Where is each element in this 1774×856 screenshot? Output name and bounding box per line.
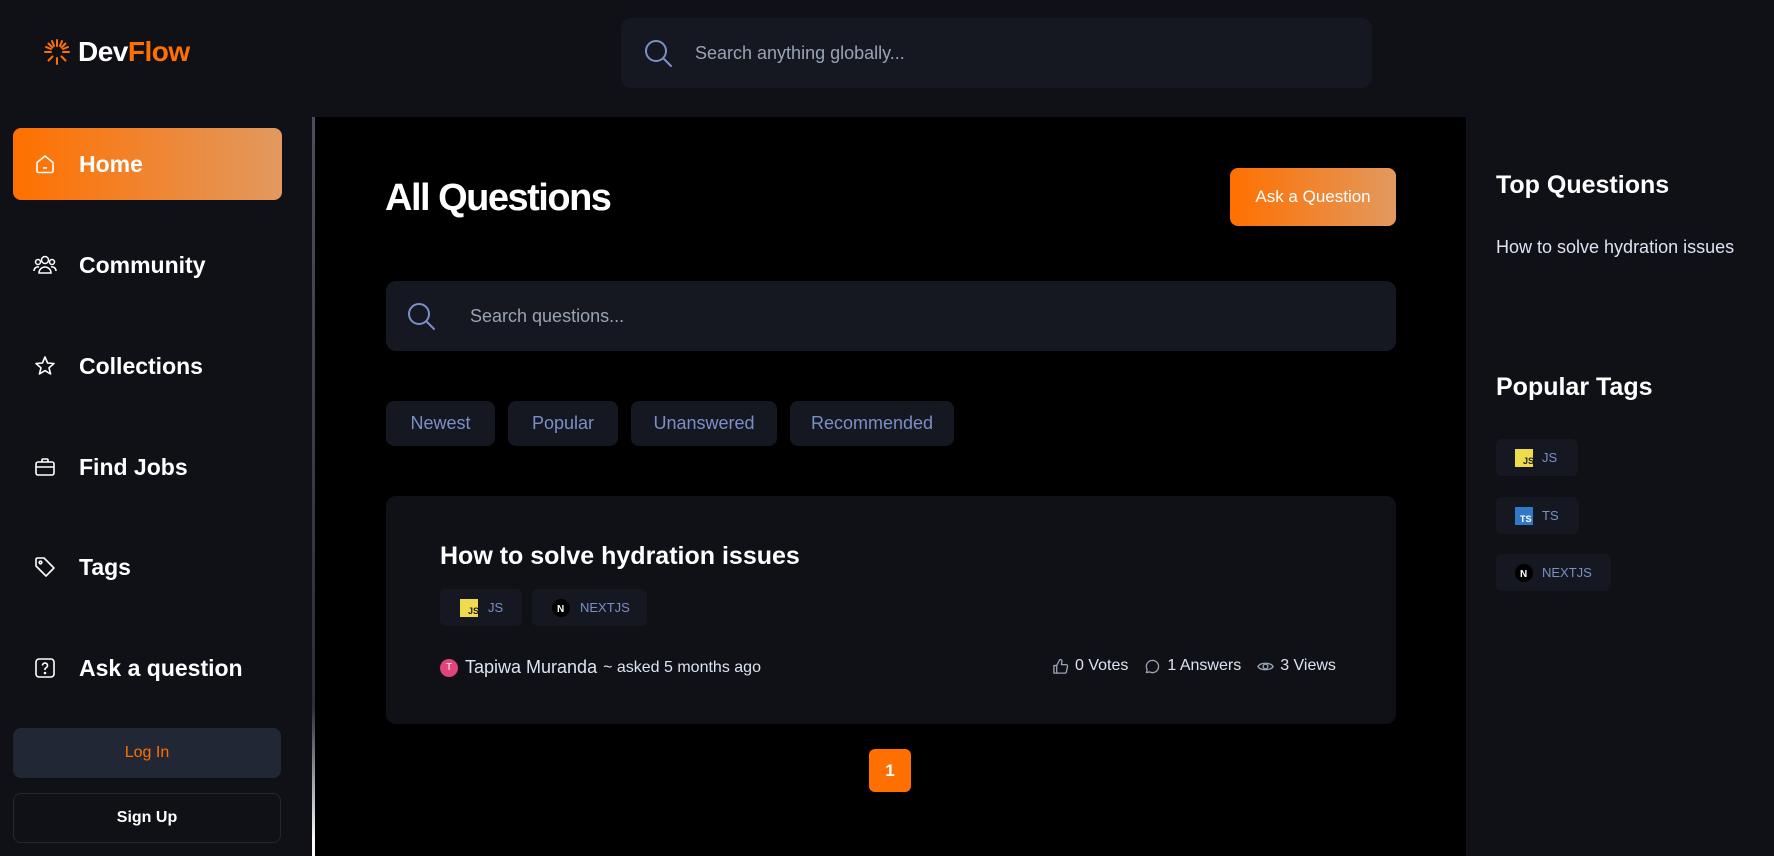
views-metric: 3 Views xyxy=(1257,657,1336,675)
svg-text:TS: TS xyxy=(1520,514,1532,524)
question-tag-js[interactable]: JS JS xyxy=(440,589,522,626)
sidebar-item-tags[interactable]: Tags xyxy=(13,531,282,603)
sidebar-item-label: Tags xyxy=(79,553,131,580)
eye-icon xyxy=(1257,662,1275,670)
tag-label: TS xyxy=(1542,508,1559,523)
svg-text:JS: JS xyxy=(1523,456,1533,466)
tag-label: JS xyxy=(488,600,504,615)
sidebar-item-ask-question[interactable]: Ask a question xyxy=(13,632,282,704)
nextjs-icon: N xyxy=(552,598,570,617)
author-name[interactable]: Tapiwa Muranda xyxy=(465,657,597,678)
nextjs-icon: N xyxy=(1515,563,1533,582)
question-card: How to solve hydration issues JS JS N NE… xyxy=(386,496,1396,724)
sidebar-item-home[interactable]: Home xyxy=(13,128,282,200)
popular-tags-title: Popular Tags xyxy=(1496,373,1653,401)
logo-text-dev: Dev xyxy=(78,36,128,67)
svg-text:N: N xyxy=(1520,569,1527,580)
typescript-icon: TS xyxy=(1515,506,1533,525)
tag-label: NEXTJS xyxy=(1542,565,1592,580)
asked-time: ~ asked 5 months ago xyxy=(603,658,761,676)
search-icon xyxy=(645,40,672,67)
users-icon xyxy=(31,251,59,279)
ask-question-button[interactable]: Ask a Question xyxy=(1230,168,1396,226)
right-sidebar: Top Questions How to solve hydration iss… xyxy=(1466,117,1774,856)
top-bar: DevFlow xyxy=(0,0,1774,117)
votes-metric: 0 Votes xyxy=(1052,657,1128,675)
tag-label: NEXTJS xyxy=(580,600,630,615)
question-tag-nextjs[interactable]: N NEXTJS xyxy=(532,589,647,626)
question-metrics: 0 Votes 1 Answers 3 Views xyxy=(1052,657,1336,675)
sidebar-item-find-jobs[interactable]: Find Jobs xyxy=(13,431,282,503)
filter-popular[interactable]: Popular xyxy=(508,401,618,446)
star-icon xyxy=(31,352,59,380)
devflow-logo-icon xyxy=(44,39,70,65)
sidebar-item-label: Ask a question xyxy=(79,654,243,681)
pagination-page-button[interactable]: 1 xyxy=(869,749,911,792)
question-search xyxy=(386,281,1396,351)
page-title: All Questions xyxy=(385,177,612,219)
message-icon xyxy=(1146,659,1160,673)
home-icon xyxy=(31,150,59,178)
search-icon xyxy=(408,303,435,330)
popular-tag-nextjs[interactable]: N NEXTJS xyxy=(1496,554,1611,591)
answers-metric: 1 Answers xyxy=(1144,657,1241,675)
popular-tag-ts[interactable]: TS TS xyxy=(1496,497,1579,534)
answers-count: 1 Answers xyxy=(1167,657,1242,674)
question-icon xyxy=(31,654,59,682)
sidebar-item-label: Find Jobs xyxy=(79,453,188,480)
sidebar-item-label: Home xyxy=(79,150,143,177)
filter-recommended[interactable]: Recommended xyxy=(790,401,954,446)
svg-text:N: N xyxy=(557,604,564,615)
sidebar-item-label: Collections xyxy=(79,352,203,379)
tag-label: JS xyxy=(1542,450,1558,465)
question-author: T Tapiwa Muranda ~ asked 5 months ago xyxy=(440,657,761,678)
avatar: T xyxy=(440,658,458,677)
javascript-icon: JS xyxy=(460,598,478,617)
sidebar-item-collections[interactable]: Collections xyxy=(13,330,282,402)
tag-icon xyxy=(31,553,59,581)
global-search-input[interactable] xyxy=(693,41,1297,65)
left-sidebar: Home Community Collections Find Jobs Tag… xyxy=(0,117,312,856)
top-question-link[interactable]: How to solve hydration issues xyxy=(1496,237,1734,258)
logo[interactable]: DevFlow xyxy=(42,36,190,68)
question-title[interactable]: How to solve hydration issues xyxy=(440,542,800,571)
svg-text:JS: JS xyxy=(468,606,478,616)
signup-button[interactable]: Sign Up xyxy=(13,793,281,843)
sidebar-item-label: Community xyxy=(79,251,206,278)
votes-count: 0 Votes xyxy=(1075,657,1129,674)
question-search-input[interactable] xyxy=(468,304,1272,328)
thumbs-up-icon xyxy=(1053,658,1069,674)
views-count: 3 Views xyxy=(1280,657,1336,674)
briefcase-icon xyxy=(31,453,59,481)
sidebar-item-community[interactable]: Community xyxy=(13,229,282,301)
main-content: All Questions Ask a Question Newest Popu… xyxy=(315,117,1466,856)
top-questions-title: Top Questions xyxy=(1496,171,1670,199)
javascript-icon: JS xyxy=(1515,448,1533,467)
login-button[interactable]: Log In xyxy=(13,728,281,778)
filter-unanswered[interactable]: Unanswered xyxy=(631,401,777,446)
popular-tag-js[interactable]: JS JS xyxy=(1496,439,1578,476)
global-search xyxy=(621,18,1372,88)
logo-text-flow: Flow xyxy=(127,36,190,67)
filter-newest[interactable]: Newest xyxy=(386,401,495,446)
